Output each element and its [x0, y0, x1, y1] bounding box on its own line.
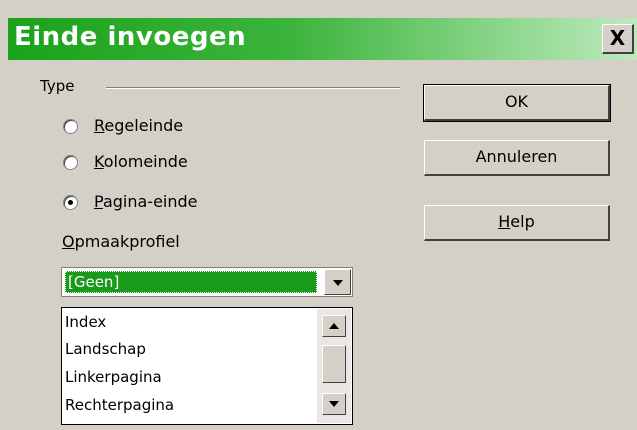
- style-label: Opmaakprofiel: [62, 232, 180, 251]
- scroll-down-button[interactable]: [322, 393, 346, 415]
- radio-dot-icon: [68, 200, 73, 205]
- radio-pagina-einde-label: Pagina-einde: [94, 192, 198, 211]
- close-icon: X: [609, 26, 626, 50]
- style-list[interactable]: Index Landschap Linkerpagina Rechterpagi…: [61, 307, 353, 425]
- title-bar: Einde invoegen X: [8, 18, 637, 60]
- help-button[interactable]: Help: [424, 205, 610, 241]
- cancel-button[interactable]: Annuleren: [424, 140, 610, 176]
- type-group-label: Type: [40, 77, 75, 95]
- scroll-up-button[interactable]: [322, 315, 346, 337]
- list-item[interactable]: Rechterpagina: [65, 396, 174, 414]
- radio-kolomeinde-label: Kolomeinde: [94, 152, 188, 171]
- radio-circle[interactable]: [63, 155, 78, 170]
- close-button[interactable]: X: [602, 24, 634, 54]
- list-item[interactable]: Index: [65, 313, 106, 331]
- type-group-divider: [106, 87, 400, 89]
- style-combobox[interactable]: [Geen]: [61, 267, 353, 297]
- radio-circle-selected[interactable]: [63, 195, 78, 210]
- dialog-title: Einde invoegen: [14, 22, 247, 52]
- scroll-thumb[interactable]: [322, 345, 346, 383]
- chevron-down-icon: [333, 280, 343, 286]
- radio-regeleinde-label: Regeleinde: [94, 116, 184, 135]
- list-scrollbar[interactable]: [317, 309, 351, 423]
- ok-button[interactable]: OK: [423, 84, 611, 122]
- list-item[interactable]: Linkerpagina: [65, 368, 162, 386]
- arrow-up-icon: [329, 323, 339, 329]
- list-item[interactable]: Landschap: [65, 340, 146, 358]
- arrow-down-icon: [329, 401, 339, 407]
- style-dropdown-button[interactable]: [324, 269, 351, 295]
- radio-circle[interactable]: [63, 119, 78, 134]
- style-selected-value[interactable]: [Geen]: [65, 271, 317, 293]
